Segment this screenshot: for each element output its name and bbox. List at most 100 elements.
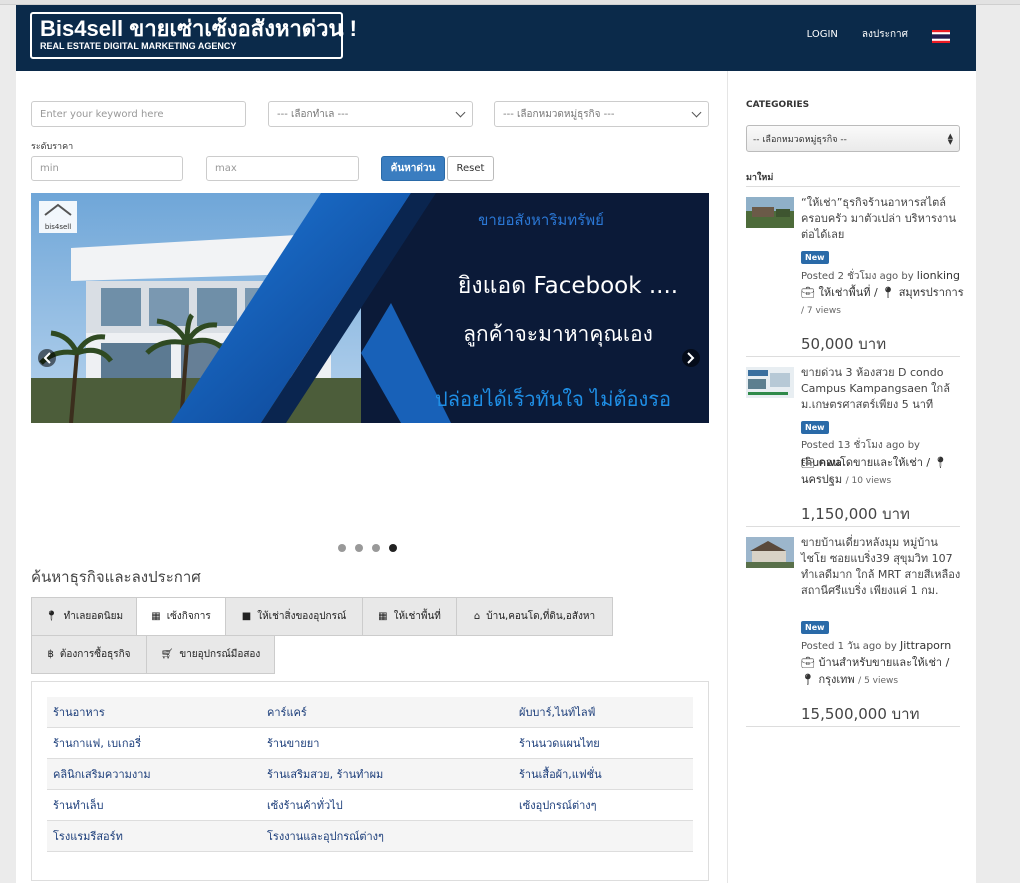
tab-space-rental[interactable]: ▦ ให้เช่าพื้นที่ — [362, 597, 457, 636]
divider — [746, 526, 960, 527]
listing-category: 💼︎ บ้านสำหรับขายและให้เช่า / 📍︎ กรุงเทพ … — [801, 654, 971, 690]
min-placeholder: min — [40, 163, 59, 174]
listing-title[interactable]: ขายบ้านเดี่ยวหลังมุม หมู่บ้านไชโย ซอยแบร… — [801, 535, 963, 599]
tab-business-transfer[interactable]: ▦ เซ้งกิจการ — [136, 597, 226, 636]
navbar: Bis4sell ขายเซ่าเซ้งอสังหาด่วน ! REAL ES… — [16, 5, 976, 71]
tab-real-estate[interactable]: ⌂ บ้าน,คอนโด,ที่ดิน,อสังหา — [456, 597, 613, 636]
table-row: ร้านทำเล็บ เซ้งร้านค้าทั่วไป เซ้งอุปกรณ์… — [47, 790, 693, 821]
nav-links: LOGIN ลงประกาศ — [783, 27, 950, 43]
min-price-input[interactable]: min — [31, 156, 183, 181]
category-select-value: --- เลือกหมวดหมู่ธุรกิจ --- — [503, 108, 615, 120]
listing-title[interactable]: “ให้เช่า”ธุรกิจร้านอาหารสไตล์ครอบครัว มา… — [801, 195, 963, 243]
map-marker-icon: 📍︎ — [881, 286, 896, 299]
category-link[interactable]: คลินิกเสริมความงาม — [53, 765, 151, 783]
map-marker-icon: 📍︎ — [801, 673, 815, 686]
banner-line-1: ขายอสังหาริมทรัพย์ — [478, 211, 604, 229]
slider-dot[interactable] — [372, 544, 380, 552]
category-link[interactable]: ร้านเสื้อผ้า,แฟชั่น — [519, 765, 602, 783]
building-icon: ▦ — [151, 611, 161, 622]
slider-next-arrow[interactable] — [682, 349, 700, 367]
slider-dot-active[interactable] — [389, 544, 397, 552]
views-count: / 5 views — [858, 676, 899, 686]
sidebar-category-select[interactable]: -- เลือกหมวดหมู่ธุรกิจ -- ▲ ▼ — [746, 125, 960, 152]
divider — [746, 186, 960, 187]
category-link[interactable]: ให้เช่าพื้นที่ / — [818, 286, 877, 299]
author-link[interactable]: lionking — [917, 269, 960, 282]
listing-thumbnail[interactable] — [746, 537, 794, 568]
archive-icon: ■ — [241, 611, 252, 622]
tab-buy-business[interactable]: ฿ ต้องการซื้อธุรกิจ — [31, 635, 147, 674]
max-price-input[interactable]: max — [206, 156, 359, 181]
category-link[interactable]: โรงแรมรีสอร์ท — [53, 827, 123, 845]
tab-popular-location[interactable]: 📍︎ ทำเลยอดนิยม — [31, 597, 137, 636]
new-listings-heading: มาใหม่ — [746, 173, 774, 183]
reset-button[interactable]: Reset — [447, 156, 494, 181]
tab-label: บ้าน,คอนโด,ที่ดิน,อสังหา — [486, 611, 596, 622]
category-link[interactable]: ร้านขายยา — [267, 734, 319, 752]
tab-used-equipment[interactable]: 🛒︎ ขายอุปกรณ์มือสอง — [146, 635, 275, 674]
listing-item[interactable]: ขายบ้านเดี่ยวหลังมุม หมู่บ้านไชโย ซอยแบร… — [746, 535, 963, 727]
map-marker-icon: 📍︎ — [44, 611, 58, 622]
login-link[interactable]: LOGIN — [807, 29, 838, 40]
listing-thumbnail[interactable] — [746, 197, 794, 228]
banner-slider[interactable]: bis4sell ขายอสังหาริมทรัพย์ ยิงแอด Faceb… — [31, 193, 709, 423]
new-badge: New — [801, 421, 829, 434]
listing-item[interactable]: “ให้เช่า”ธุรกิจร้านอาหารสไตล์ครอบครัว มา… — [746, 195, 964, 357]
category-link[interactable]: ผับบาร์,ไนท์ไลฟ์ — [519, 703, 595, 721]
listing-item[interactable]: ขายด่วน 3 ห้องสวย D condo Campus Kampang… — [746, 365, 963, 527]
thai-flag-icon[interactable] — [932, 28, 950, 43]
category-link[interactable]: ร้านกาแฟ, เบเกอรี่ — [53, 734, 141, 752]
banner-line-3: ลูกค้าจะมาหาคุณเอง — [463, 322, 653, 347]
brand-subtitle: REAL ESTATE DIGITAL MARKETING AGENCY — [40, 41, 237, 51]
slider-dot[interactable] — [338, 544, 346, 552]
banner-image: bis4sell ขายอสังหาริมทรัพย์ ยิงแอด Faceb… — [31, 193, 709, 423]
post-ad-link[interactable]: ลงประกาศ — [862, 27, 908, 42]
briefcase-icon: 💼︎ — [801, 656, 815, 669]
location-link[interactable]: สมุทรปราการ — [899, 286, 964, 299]
category-link[interactable]: บ้านสำหรับขายและให้เช่า / — [818, 656, 949, 669]
brand-logo[interactable]: Bis4sell ขายเซ่าเซ้งอสังหาด่วน ! REAL ES… — [30, 12, 357, 59]
new-badge: New — [801, 251, 829, 264]
listing-category: 💼︎ ให้เช่าพื้นที่ / 📍︎ สมุทรปราการ / 7 v… — [801, 284, 971, 320]
category-link[interactable]: ร้านทำเล็บ — [53, 796, 104, 814]
category-link[interactable]: ร้านนวดแผนไทย — [519, 734, 600, 752]
bitcoin-icon: ฿ — [47, 649, 54, 660]
categories-heading: CATEGORIES — [746, 100, 810, 110]
cart-icon: 🛒︎ — [160, 649, 174, 660]
location-link[interactable]: กรุงเทพ — [818, 673, 854, 686]
listing-price: 15,500,000 บาท — [801, 705, 920, 723]
keyword-input[interactable]: Enter your keyword here — [31, 101, 246, 127]
chevron-down-icon — [455, 107, 466, 117]
posted-text: Posted 1 วัน ago by — [801, 641, 897, 652]
listing-price: 50,000 บาท — [801, 335, 887, 353]
category-link[interactable]: ร้านเสริมสวย, ร้านทำผม — [267, 765, 383, 783]
listing-title[interactable]: ขายด่วน 3 ห้องสวย D condo Campus Kampang… — [801, 365, 963, 413]
author-link[interactable]: Jittraporn — [900, 639, 951, 652]
tab-equipment-rental[interactable]: ■ ให้เช่าสิ่งของอุปกรณ์ — [225, 597, 363, 636]
views-count: / 10 views — [845, 476, 892, 486]
category-panel: ร้านอาหาร คาร์แคร์ ผับบาร์,ไนท์ไลฟ์ ร้าน… — [31, 681, 709, 881]
listing-category: 💼︎ คอนโดขายและให้เช่า / 📍︎ นครปฐม / 10 v… — [801, 454, 971, 490]
select-arrows-icon: ▲ ▼ — [947, 131, 953, 146]
category-table: ร้านอาหาร คาร์แคร์ ผับบาร์,ไนท์ไลฟ์ ร้าน… — [47, 697, 693, 852]
slider-prev-arrow[interactable] — [38, 349, 56, 367]
divider — [746, 726, 960, 727]
category-select[interactable]: --- เลือกหมวดหมู่ธุรกิจ --- — [494, 101, 709, 127]
category-link[interactable]: โรงงานและอุปกรณ์ต่างๆ — [267, 827, 384, 845]
search-button[interactable]: ค้นหาด่วน — [381, 156, 445, 181]
listing-thumbnail[interactable] — [746, 367, 794, 398]
banner-line-4: ปล่อยได้เร็วทันใจ ไม่ต้องรอ — [435, 386, 671, 411]
category-link[interactable]: ร้านอาหาร — [53, 703, 105, 721]
home-icon: ⌂ — [473, 611, 481, 622]
category-link[interactable]: เซ้งอุปกรณ์ต่างๆ — [519, 796, 597, 814]
location-link[interactable]: นครปฐม — [801, 473, 842, 486]
tab-label: ขายอุปกรณ์มือสอง — [179, 649, 261, 660]
site-container: Bis4sell ขายเซ่าเซ้งอสังหาด่วน ! REAL ES… — [16, 5, 976, 883]
location-select[interactable]: --- เลือกทำเล --- — [268, 101, 473, 127]
posted-text: Posted 13 ชั่วโมง ago by — [801, 440, 920, 451]
category-link[interactable]: คอนโดขายและให้เช่า / — [818, 456, 930, 469]
category-link[interactable]: คาร์แคร์ — [267, 703, 307, 721]
price-range-label: ระดับราคา — [31, 142, 74, 152]
category-link[interactable]: เซ้งร้านค้าทั่วไป — [267, 796, 343, 814]
slider-dot[interactable] — [355, 544, 363, 552]
